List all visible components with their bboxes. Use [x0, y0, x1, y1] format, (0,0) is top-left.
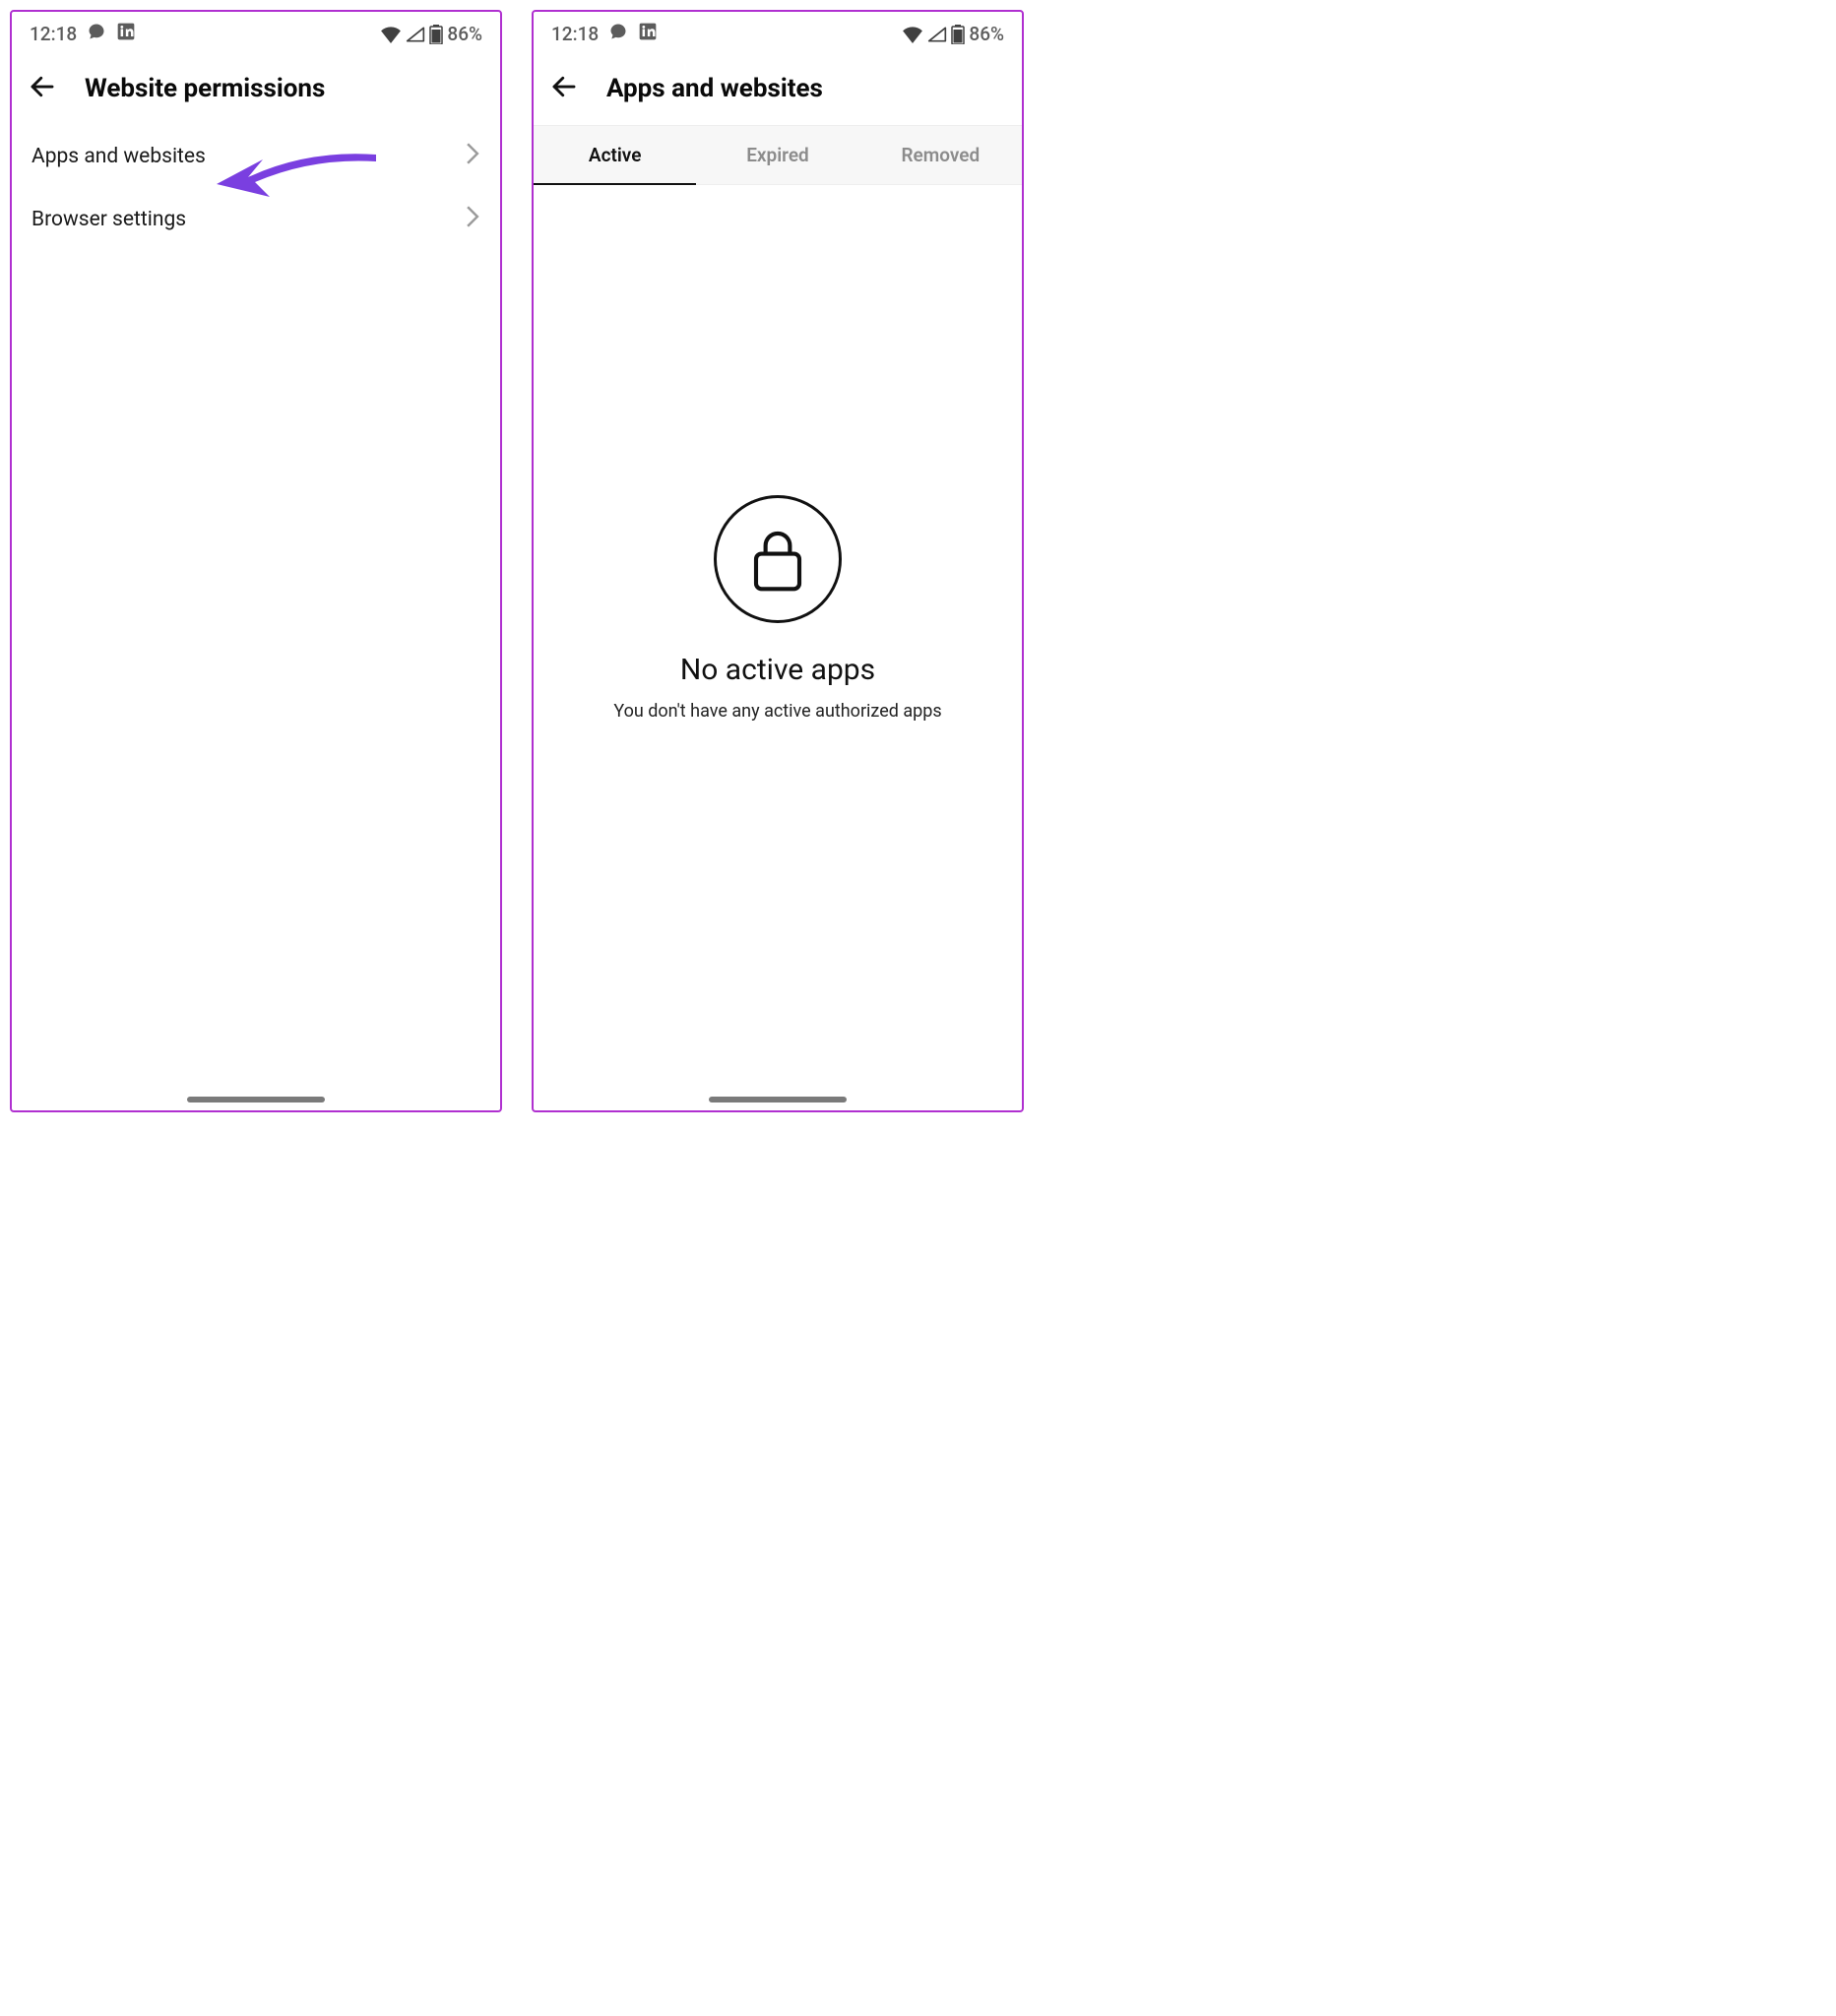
wifi-icon	[380, 26, 402, 43]
nav-handle[interactable]	[187, 1097, 325, 1102]
status-bar: 12:18 86%	[12, 12, 500, 50]
empty-title: No active apps	[680, 653, 875, 687]
list-item-label: Browser settings	[32, 208, 186, 231]
page-title: Apps and websites	[606, 74, 823, 103]
chat-icon	[608, 22, 628, 46]
list-item-browser-settings[interactable]: Browser settings	[12, 188, 500, 251]
list-item-apps-and-websites[interactable]: Apps and websites	[12, 125, 500, 188]
tab-removed[interactable]: Removed	[859, 126, 1022, 184]
linkedin-icon	[116, 22, 136, 46]
status-battery: 86%	[969, 23, 1004, 45]
tab-expired[interactable]: Expired	[696, 126, 858, 184]
wifi-icon	[902, 26, 923, 43]
page-header: Apps and websites	[534, 50, 1022, 125]
status-time: 12:18	[551, 23, 599, 45]
signal-icon	[927, 26, 947, 43]
lock-icon	[714, 495, 842, 623]
settings-list: Apps and websites Browser settings	[12, 125, 500, 251]
back-button[interactable]	[549, 72, 579, 105]
status-battery: 86%	[447, 23, 482, 45]
tab-active[interactable]: Active	[534, 126, 696, 184]
chevron-right-icon	[465, 206, 480, 233]
battery-icon	[429, 25, 443, 44]
tab-bar: Active Expired Removed	[534, 125, 1022, 185]
chat-icon	[87, 22, 106, 46]
chevron-right-icon	[465, 143, 480, 170]
list-item-label: Apps and websites	[32, 145, 206, 168]
empty-state: No active apps You don't have any active…	[534, 185, 1022, 1110]
status-time: 12:18	[30, 23, 77, 45]
page-title: Website permissions	[85, 74, 325, 103]
battery-icon	[951, 25, 965, 44]
signal-icon	[406, 26, 425, 43]
linkedin-icon	[638, 22, 658, 46]
page-header: Website permissions	[12, 50, 500, 125]
status-bar: 12:18 86%	[534, 12, 1022, 50]
back-button[interactable]	[28, 72, 57, 105]
phone-right: 12:18 86% Apps and websites	[532, 10, 1024, 1112]
empty-subtitle: You don't have any active authorized app…	[613, 701, 941, 722]
phone-left: 12:18 86% Website permissions	[10, 10, 502, 1112]
nav-handle[interactable]	[709, 1097, 847, 1102]
